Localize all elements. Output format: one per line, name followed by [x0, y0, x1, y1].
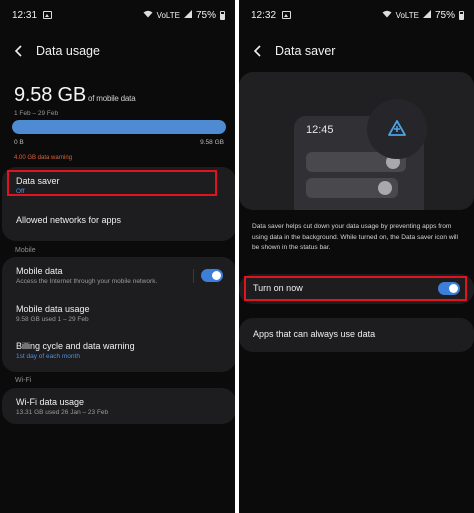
data-usage-screen: 12:31 VoLTE 75% Data usage 9.58 GB of mob…	[0, 0, 235, 513]
toggle-divider	[193, 269, 194, 283]
illustration-time: 12:45	[306, 124, 334, 136]
battery-percent: 75%	[434, 9, 455, 21]
data-saver-highlight	[7, 170, 217, 196]
status-time: 12:31	[12, 9, 38, 21]
mobile-card: Mobile data Access the Internet through …	[2, 257, 235, 372]
usage-amount-unit: of mobile data	[87, 94, 136, 103]
status-bar: 12:31 VoLTE 75%	[12, 8, 225, 22]
data-warning-label: 4.00 GB data warning	[14, 155, 73, 161]
usage-amount-value: 9.58 GB	[14, 84, 86, 106]
section-wifi: Wi-Fi	[15, 377, 32, 384]
battery-icon	[459, 10, 464, 20]
mobile-data-usage-label: Mobile data usage	[16, 304, 90, 314]
gallery-notification-icon	[43, 11, 53, 19]
battery-icon	[220, 10, 225, 20]
unrestricted-apps-label: Apps that can always use data	[253, 329, 376, 339]
usage-bar-labels: 0 B 9.58 GB	[14, 139, 224, 146]
section-mobile: Mobile	[15, 247, 36, 254]
header: Data saver	[249, 40, 464, 62]
battery-percent: 75%	[195, 9, 216, 21]
signal-icon	[422, 9, 431, 21]
volte-icon: VoLTE	[156, 10, 180, 20]
back-button[interactable]	[249, 42, 267, 60]
mobile-data-label: Mobile data	[16, 266, 63, 276]
usage-max-label: 9.58 GB	[200, 139, 224, 146]
billing-cycle-label: Billing cycle and data warning	[16, 341, 135, 351]
mobile-data-item[interactable]: Mobile data Access the Internet through …	[16, 266, 192, 285]
gallery-notification-icon	[282, 11, 292, 19]
status-icons: VoLTE 75%	[382, 9, 464, 21]
status-time: 12:32	[251, 9, 277, 21]
wifi-data-usage-sub: 13.31 GB used 26 Jan – 23 Feb	[16, 409, 109, 416]
mobile-data-usage-sub: 9.58 GB used 1 – 29 Feb	[16, 316, 89, 323]
wifi-icon	[382, 10, 392, 21]
usage-amount: 9.58 GB of mobile data	[14, 84, 225, 107]
page-title: Data usage	[36, 44, 100, 58]
mobile-data-usage-item[interactable]: Mobile data usage 9.58 GB used 1 – 29 Fe…	[16, 304, 222, 323]
billing-cycle-item[interactable]: Billing cycle and data warning 1st day o…	[16, 341, 222, 360]
header: Data usage	[10, 40, 225, 62]
status-icons: VoLTE 75%	[143, 9, 225, 21]
wifi-data-usage-item[interactable]: Wi-Fi data usage 13.31 GB used 26 Jan – …	[16, 397, 222, 416]
toggle-knob	[212, 271, 221, 280]
unrestricted-apps-card: Apps that can always use data	[239, 318, 474, 352]
volte-icon: VoLTE	[395, 10, 419, 20]
data-saver-icon	[388, 120, 406, 136]
turn-on-highlight	[244, 276, 467, 301]
data-saver-description: Data saver helps cut down your data usag…	[252, 223, 458, 251]
data-saver-screen: 12:32 VoLTE 75% Data saver 12:45 Data sa…	[239, 0, 474, 513]
usage-min-label: 0 B	[14, 139, 24, 146]
allowed-networks-item[interactable]: Allowed networks for apps	[16, 215, 222, 225]
wifi-card: Wi-Fi data usage 13.31 GB used 26 Jan – …	[2, 388, 235, 424]
back-button[interactable]	[10, 42, 28, 60]
allowed-networks-label: Allowed networks for apps	[16, 215, 122, 225]
wifi-icon	[143, 10, 153, 21]
unrestricted-apps-item[interactable]: Apps that can always use data	[253, 329, 460, 339]
usage-progress-bar	[12, 120, 226, 134]
data-saver-illustration: 12:45	[239, 72, 474, 210]
mobile-data-sub: Access the Internet through your mobile …	[16, 278, 158, 285]
usage-summary: 9.58 GB of mobile data 1 Feb – 29 Feb	[14, 84, 225, 117]
wifi-data-usage-label: Wi-Fi data usage	[16, 397, 85, 407]
chevron-left-icon	[253, 45, 261, 57]
illustration-toggle-dot	[378, 181, 392, 195]
data-saver-badge	[367, 99, 427, 159]
chevron-left-icon	[14, 45, 22, 57]
illustration-row	[306, 178, 398, 198]
status-bar: 12:32 VoLTE 75%	[251, 8, 464, 22]
usage-progress-fill	[12, 120, 226, 134]
signal-icon	[183, 9, 192, 21]
page-title: Data saver	[275, 44, 336, 58]
mobile-data-toggle[interactable]	[201, 269, 223, 282]
usage-period: 1 Feb – 29 Feb	[14, 110, 59, 117]
billing-cycle-sub: 1st day of each month	[16, 353, 80, 360]
